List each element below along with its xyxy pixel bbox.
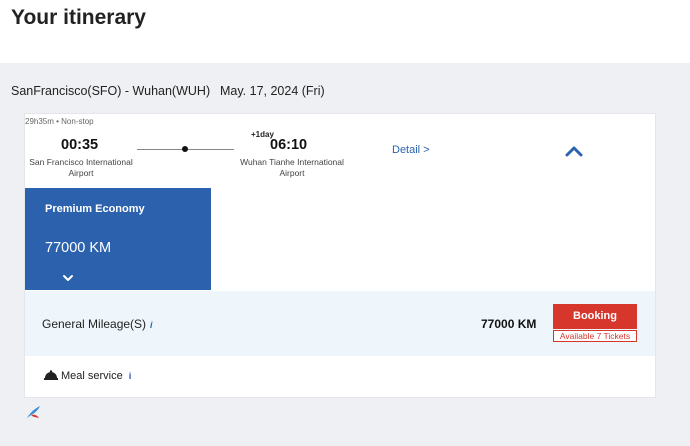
route-date: May. 17, 2024 (Fri) [220,84,325,98]
departure-airport: San Francisco International Airport [29,157,133,178]
arrival-airport: Wuhan Tianhe International Airport [240,157,344,178]
flight-path-dot [182,146,188,152]
fare-row: General Mileage(S) i 77000 KM Booking Ava… [25,291,655,356]
fare-label-text: General Mileage(S) [42,317,147,331]
availability-badge: Available 7 Tickets [553,330,637,342]
chevron-down-icon [63,275,73,281]
route-label: SanFrancisco(SFO) - Wuhan(WUH) [11,84,211,98]
flight-card: 29h35m • Non-stop 00:35 San Francisco In… [24,113,656,398]
arrival-time: 06:10 [270,137,308,153]
meal-icon [44,370,58,380]
meal-service-label: Meal service [61,370,123,382]
page-title: Your itinerary [11,6,146,29]
departure-time: 00:35 [61,137,99,153]
airline-logo [27,406,40,418]
booking-button[interactable]: Booking [553,304,637,329]
itinerary-section: SanFrancisco(SFO) - Wuhan(WUH) May. 17, … [0,63,690,446]
cabin-price: 77000 KM [45,240,112,256]
meal-info-icon[interactable]: i [129,371,132,382]
chevron-up-icon[interactable] [564,144,584,158]
route-header: SanFrancisco(SFO) - Wuhan(WUH) May. 17, … [11,84,325,98]
detail-link[interactable]: Detail > [392,144,430,156]
cabin-name: Premium Economy [45,203,145,215]
meal-service-row: Meal service i [44,370,131,382]
cabin-tab-premium-economy[interactable]: Premium Economy 77000 KM [25,188,211,290]
info-icon[interactable]: i [150,320,153,330]
fare-label: General Mileage(S) i [42,317,153,331]
flight-duration: 29h35m • Non-stop [25,117,94,126]
fare-amount: 77000 KM [481,317,537,331]
